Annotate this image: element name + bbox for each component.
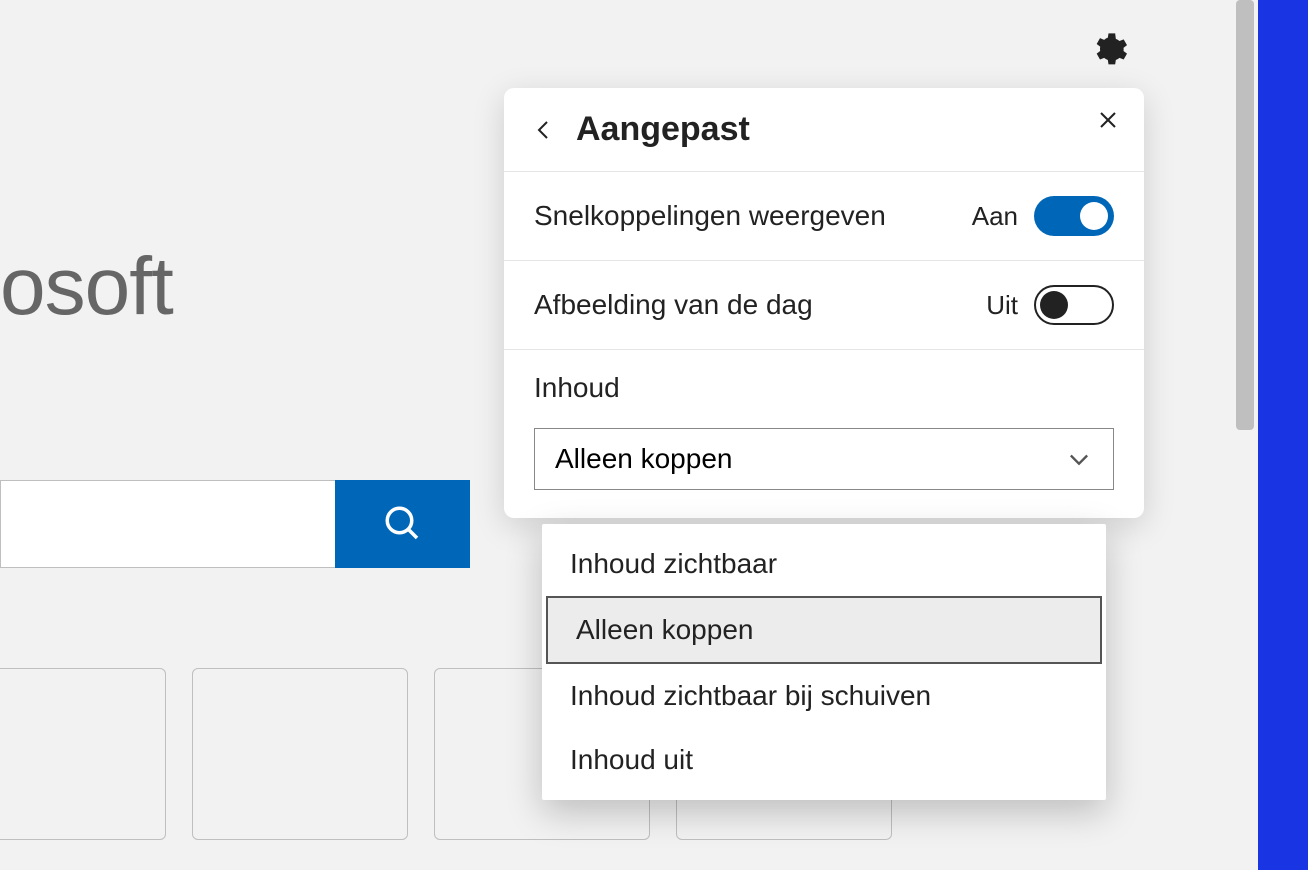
close-button[interactable] — [1096, 108, 1120, 132]
content-section: Inhoud Alleen koppen — [504, 350, 1144, 518]
panel-header: Aangepast — [504, 88, 1144, 172]
content-select-value: Alleen koppen — [555, 443, 732, 475]
settings-gear-button[interactable] — [1088, 30, 1128, 75]
content-option[interactable]: Inhoud zichtbaar bij schuiven — [542, 664, 1106, 728]
daily-image-row: Afbeelding van de dag Uit — [504, 261, 1144, 350]
search-button[interactable] — [335, 480, 470, 568]
content-option[interactable]: Alleen koppen — [546, 596, 1102, 664]
shortcuts-label: Snelkoppelingen weergeven — [534, 200, 886, 232]
toggle-knob — [1080, 202, 1108, 230]
daily-image-label: Afbeelding van de dag — [534, 289, 813, 321]
search-icon — [382, 503, 424, 545]
daily-image-toggle[interactable] — [1034, 285, 1114, 325]
search-bar — [0, 480, 470, 568]
daily-image-state: Uit — [986, 290, 1018, 321]
content-option[interactable]: Inhoud uit — [542, 728, 1106, 792]
right-blue-strip — [1258, 0, 1308, 870]
content-dropdown: Inhoud zichtbaar Alleen koppen Inhoud zi… — [542, 524, 1106, 800]
panel-title: Aangepast — [576, 110, 750, 149]
shortcuts-state: Aan — [972, 201, 1018, 232]
content-select[interactable]: Alleen koppen — [534, 428, 1114, 490]
content-label: Inhoud — [534, 372, 1114, 404]
quick-link-tile[interactable] — [192, 668, 408, 840]
shortcuts-row: Snelkoppelingen weergeven Aan — [504, 172, 1144, 261]
chevron-left-icon — [532, 118, 556, 142]
shortcuts-toggle[interactable] — [1034, 196, 1114, 236]
search-input[interactable] — [0, 480, 335, 568]
quick-link-tile[interactable] — [0, 668, 166, 840]
close-icon — [1096, 108, 1120, 132]
chevron-down-icon — [1065, 445, 1093, 473]
custom-settings-panel: Aangepast Snelkoppelingen weergeven Aan … — [504, 88, 1144, 518]
content-option[interactable]: Inhoud zichtbaar — [542, 532, 1106, 596]
gear-icon — [1088, 30, 1128, 70]
toggle-knob — [1040, 291, 1068, 319]
scrollbar[interactable] — [1236, 0, 1254, 430]
back-button[interactable] — [532, 118, 556, 142]
brand-text: osoft — [0, 240, 173, 334]
